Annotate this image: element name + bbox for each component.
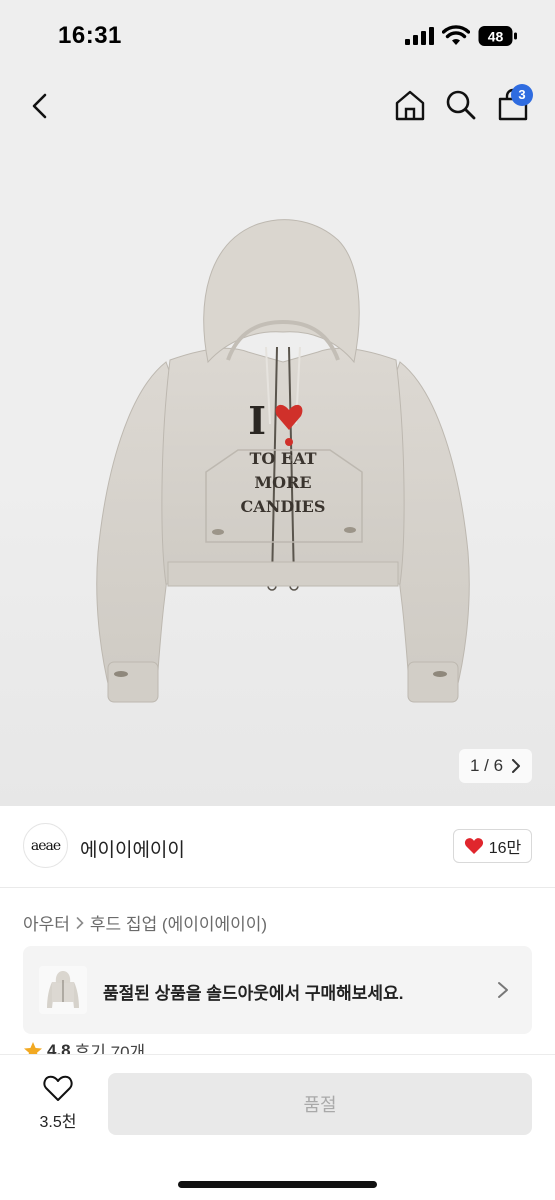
home-icon[interactable]	[392, 87, 428, 123]
bottom-action-bar: 3.5천 품절	[0, 1054, 555, 1200]
brand-like-button[interactable]: 16만	[453, 829, 532, 863]
signal-icon	[405, 27, 434, 45]
brand-name[interactable]: 에이이에이이	[80, 835, 185, 862]
search-icon[interactable]	[443, 87, 479, 123]
brand-like-count: 16만	[488, 840, 522, 857]
back-icon[interactable]	[22, 88, 58, 124]
chevron-right-icon	[512, 759, 521, 773]
print-line-3: MORE	[254, 473, 311, 492]
battery-level: 48	[488, 29, 504, 45]
brand-row: aeae 에이이에이이 16만	[0, 806, 555, 888]
brand-logo[interactable]: aeae	[23, 823, 68, 868]
soldout-message: 품절된 상품을 솔드아웃에서 구매해보세요.	[103, 984, 404, 1003]
chevron-right-icon	[498, 982, 508, 998]
status-time: 16:31	[58, 22, 122, 49]
soldout-banner[interactable]: 품절된 상품을 솔드아웃에서 구매해보세요.	[23, 946, 532, 1034]
breadcrumb-category[interactable]: 아우터	[23, 910, 70, 935]
image-counter[interactable]: 1 / 6	[459, 749, 532, 783]
wishlist-count: 3.5천	[39, 1114, 77, 1131]
breadcrumb: 아우터 후드 집업 (에이이에이이)	[23, 910, 267, 935]
battery-icon: 48	[478, 26, 517, 46]
home-indicator	[178, 1181, 377, 1188]
print-line-4: CANDIES	[241, 497, 326, 516]
breadcrumb-subcategory[interactable]: 후드 집업 (에이이에이이)	[90, 910, 267, 935]
print-line-2: TO EAT	[249, 449, 316, 468]
breadcrumb-chevron-icon	[76, 916, 84, 929]
status-bar: 16:31 48	[0, 0, 555, 72]
heart-outline-icon	[43, 1075, 73, 1101]
wifi-icon	[442, 25, 470, 45]
product-image-carousel[interactable]: 3 I TO EAT MORE CANDIES 1 / 6	[0, 72, 555, 806]
cart-count-badge: 3	[511, 84, 533, 106]
soldout-thumbnail	[39, 966, 87, 1014]
buy-button-soldout[interactable]: 품절	[108, 1073, 532, 1135]
wishlist-button[interactable]: 3.5천	[28, 1075, 88, 1135]
heart-filled-icon	[464, 838, 483, 854]
print-letter: I	[248, 398, 266, 443]
product-hoodie-image: I TO EAT MORE CANDIES	[96, 219, 470, 703]
image-counter-label: 1 / 6	[469, 756, 504, 775]
